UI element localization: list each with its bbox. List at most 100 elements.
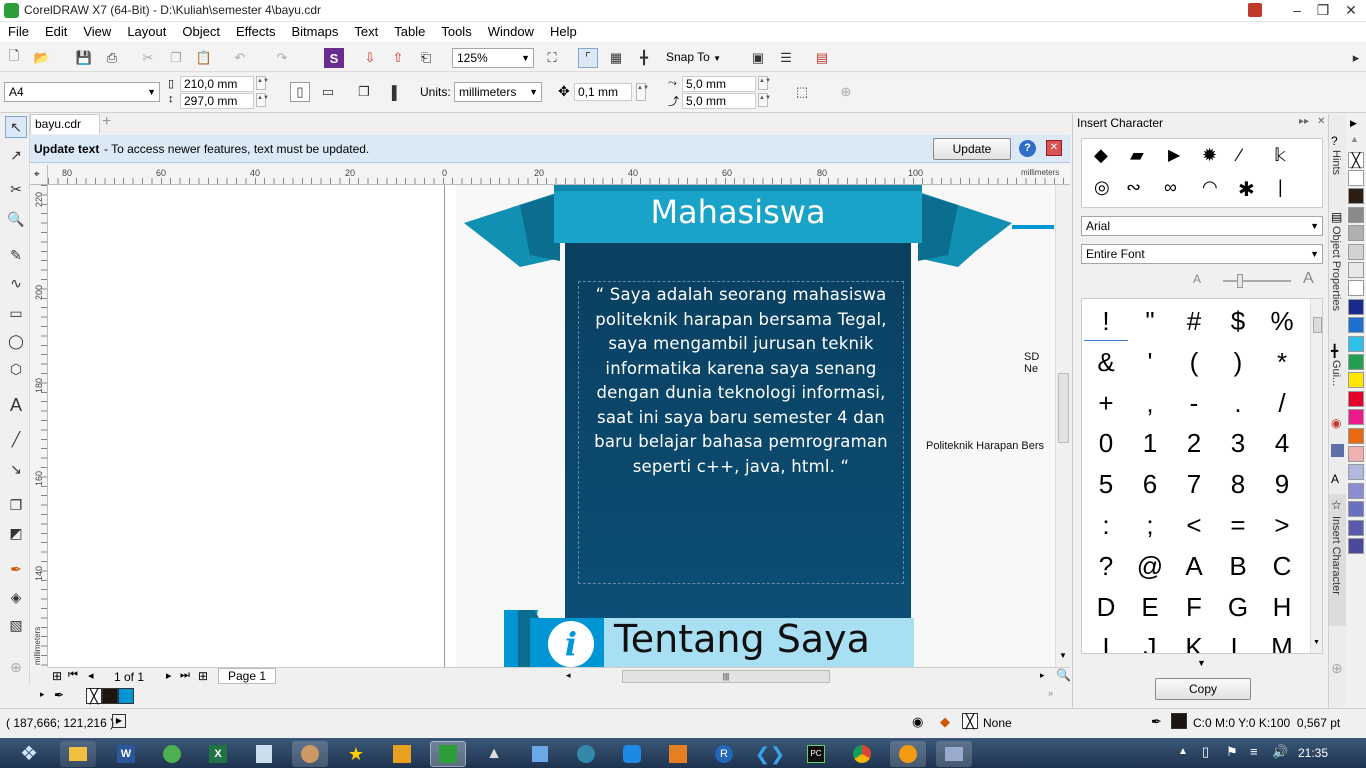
tray-arrow-icon[interactable]: ▲	[1178, 746, 1188, 757]
glyph-cell[interactable]: L	[1216, 627, 1260, 653]
window-app-icon[interactable]	[936, 741, 972, 767]
flag-icon[interactable]: ⚑	[1226, 744, 1238, 760]
help-icon[interactable]: ?	[1019, 140, 1036, 157]
scroll-left-icon[interactable]: ◂	[566, 670, 571, 681]
glyph-cell[interactable]: 3	[1216, 423, 1260, 463]
glyph-cell[interactable]: 7	[1172, 464, 1216, 504]
glyph-cell[interactable]: &	[1084, 342, 1128, 382]
glyph-cell[interactable]: 8	[1216, 464, 1260, 504]
palette-swatch[interactable]	[1348, 390, 1364, 407]
pycharm-icon[interactable]: PC	[798, 741, 834, 767]
palette-swatch[interactable]	[1348, 243, 1364, 260]
duplicate-x-field[interactable]: 5,0 mm	[682, 76, 756, 92]
palette-swatch[interactable]	[1348, 188, 1364, 205]
settings-app-icon[interactable]	[614, 741, 650, 767]
new-tab-icon[interactable]: +	[102, 114, 118, 132]
show-grid-icon[interactable]: ▦	[606, 48, 626, 68]
next-page-icon[interactable]: ▸	[166, 669, 172, 682]
glyph-cell[interactable]: 4	[1260, 423, 1304, 463]
glyph-cell[interactable]: <	[1172, 505, 1216, 545]
glyph-grid[interactable]: ! " # $% & '() * +, -./ 0 1 2 3 4 5 6 7 8 9:; < = >? @ A B C D E F G H…	[1081, 298, 1323, 654]
tab-insert-character[interactable]: Insert Character	[1330, 516, 1342, 595]
glyph-k-icon[interactable]: 𝕜	[1274, 145, 1286, 166]
page-width-field[interactable]: 210,0 mm	[180, 76, 254, 92]
glyph-cell[interactable]: H	[1260, 587, 1304, 627]
full-screen-icon[interactable]: ⛶	[542, 48, 562, 68]
palette-swatch[interactable]	[1348, 280, 1364, 297]
glyph-drop-icon[interactable]: ◎	[1094, 177, 1110, 198]
text-tool-icon[interactable]: A	[5, 394, 27, 416]
glyph-cell[interactable]: %	[1260, 301, 1304, 341]
tools-app-icon[interactable]	[384, 741, 420, 767]
palette-swatch[interactable]	[1348, 206, 1364, 223]
glyph-ornament-icon[interactable]: ∞	[1164, 177, 1177, 198]
update-button[interactable]: Update	[933, 138, 1011, 160]
glyph-cell[interactable]: -	[1172, 383, 1216, 423]
cut-icon[interactable]: ✂	[138, 48, 158, 68]
start-button[interactable]: ❖	[8, 741, 50, 767]
glyph-cell[interactable]: "	[1128, 301, 1172, 341]
parallel-dimension-icon[interactable]: ╱	[5, 428, 27, 450]
vscode-icon[interactable]: ❮❯	[752, 741, 788, 767]
horizontal-scroll-thumb[interactable]: |||	[622, 670, 830, 683]
nudge-spinner[interactable]: ▲▼	[636, 83, 649, 101]
copy-button[interactable]: Copy	[1155, 678, 1251, 700]
menu-table[interactable]: Table	[386, 22, 433, 42]
palette-swatch[interactable]	[1348, 170, 1364, 186]
globe-app-icon[interactable]	[568, 741, 604, 767]
close-infobar-icon[interactable]: ✕	[1046, 140, 1062, 156]
font-select[interactable]: Arial ▼	[1081, 216, 1323, 236]
clock[interactable]: 21:35	[1298, 746, 1328, 760]
glyph-shield-icon[interactable]: ◆	[1094, 145, 1108, 166]
scroll-right-icon[interactable]: ▸	[1040, 670, 1045, 681]
portrait-icon[interactable]: ▯	[290, 82, 310, 102]
menu-edit[interactable]: Edit	[37, 22, 75, 42]
network-icon[interactable]: ≡	[1250, 744, 1258, 759]
glyph-play-icon[interactable]: ▶	[1168, 145, 1180, 165]
palette-scroll-icon[interactable]: ▲	[1350, 134, 1359, 144]
glyph-cell[interactable]: (	[1172, 342, 1216, 382]
interactive-fill-icon[interactable]: ◈	[5, 586, 27, 608]
tab-guidelines[interactable]: Gui...	[1330, 360, 1342, 386]
word-icon[interactable]: W	[108, 741, 144, 767]
eyedropper-icon[interactable]: ✒	[54, 688, 64, 702]
paint-icon[interactable]	[292, 741, 328, 767]
user-icon[interactable]	[1248, 3, 1262, 17]
corel-connect-icon[interactable]: S	[324, 48, 344, 68]
glyph-cell[interactable]: A	[1172, 546, 1216, 586]
star-app-icon[interactable]: ★	[338, 741, 374, 767]
duplicate-y-field[interactable]: 5,0 mm	[682, 93, 756, 109]
drop-shadow-icon[interactable]: ❐	[5, 494, 27, 516]
palette-swatch[interactable]	[1348, 298, 1364, 315]
ruler-origin[interactable]: ⌖	[30, 165, 48, 185]
menu-layout[interactable]: Layout	[119, 22, 174, 42]
undo-icon[interactable]: ↶	[230, 48, 250, 68]
close-window-button[interactable]: ✕	[1334, 0, 1366, 22]
glyph-cell[interactable]: $	[1216, 301, 1260, 341]
graduation-app-icon[interactable]: ▲	[476, 741, 512, 767]
glyph-cell[interactable]: /	[1260, 383, 1304, 423]
chrome-icon[interactable]	[844, 741, 880, 767]
glyph-cell[interactable]: I	[1084, 627, 1128, 653]
glyph-size-thumb[interactable]	[1237, 274, 1243, 288]
browser-green-icon[interactable]	[154, 741, 190, 767]
menu-window[interactable]: Window	[480, 22, 542, 42]
palette-swatch[interactable]	[1348, 427, 1364, 444]
current-page-icon[interactable]: ▐	[382, 82, 402, 102]
glyph-cell[interactable]: ?	[1084, 546, 1128, 586]
docker-expand-icon[interactable]: ▸▸	[1299, 116, 1309, 127]
toolbar-overflow-icon[interactable]: ▸	[1346, 48, 1366, 68]
pick-tool-icon[interactable]: ↖	[5, 116, 27, 138]
show-guidelines-icon[interactable]: ╋	[634, 48, 654, 68]
coreldraw-taskbar-icon[interactable]	[430, 741, 466, 767]
connector-tool-icon[interactable]: ↘	[5, 458, 27, 480]
landscape-icon[interactable]: ▭	[318, 82, 338, 102]
vertical-ruler[interactable]: 220 200 180 160 140 millimeters	[30, 185, 48, 667]
treat-as-filled-icon[interactable]: ⬚	[792, 82, 812, 102]
welcome-screen-icon[interactable]: ▣	[748, 48, 768, 68]
glyph-cell[interactable]: K	[1172, 627, 1216, 653]
recent-glyphs[interactable]: ◆ ▰ ▶ ✹ ∕ 𝕜 ◎ ∾ ∞ ◠ ✱ |	[1081, 138, 1323, 208]
palette-swatch[interactable]	[1348, 225, 1364, 242]
add-toolbar-icon[interactable]: ⊕	[836, 82, 856, 102]
palette-scroll-up-icon[interactable]: ▶	[1350, 118, 1357, 129]
